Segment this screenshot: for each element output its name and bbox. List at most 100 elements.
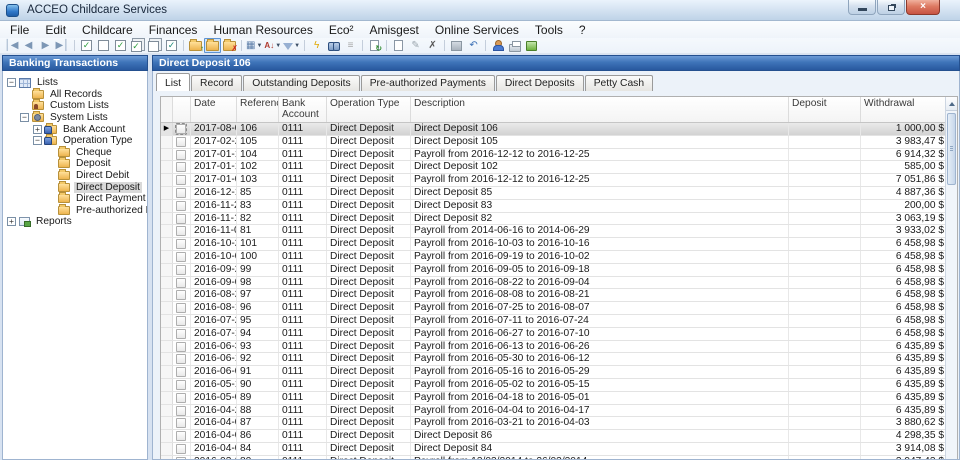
row-checkbox[interactable] <box>176 162 186 173</box>
tree-item-lists[interactable]: − Lists <box>3 77 147 89</box>
restore-button[interactable] <box>877 0 905 15</box>
copy-checked-button[interactable] <box>146 38 163 53</box>
table-row[interactable]: 2016-04-01860111Direct DepositDirect Dep… <box>161 430 948 443</box>
menu-finances[interactable]: Finances <box>141 22 206 38</box>
table-row[interactable]: 2016-09-08980111Direct DepositPayroll fr… <box>161 276 948 290</box>
list-view-button[interactable]: ≡ <box>342 38 359 53</box>
table-row[interactable]: 2016-05-05890111Direct DepositPayroll fr… <box>161 391 948 405</box>
nav-next-button[interactable]: ▶ <box>37 38 54 53</box>
row-checkbox[interactable] <box>176 213 186 224</box>
nav-first-button[interactable]: │◀ <box>3 38 20 53</box>
row-checkbox[interactable] <box>176 239 186 250</box>
tree-item-pre-authorized-payment[interactable]: Pre-authorized Payment <box>3 203 147 217</box>
table-row[interactable]: 2016-07-14940111Direct DepositPayroll fr… <box>161 327 948 341</box>
column-header-reference[interactable]: Reference <box>237 97 279 122</box>
row-checkbox[interactable] <box>176 367 186 378</box>
tab-petty-cash[interactable]: Petty Cash <box>584 75 654 91</box>
tree-item-direct-deposit[interactable]: Direct Deposit <box>3 180 147 193</box>
table-row[interactable]: 2017-01-181040111Direct DepositPayroll f… <box>161 148 948 162</box>
table-row[interactable]: 2017-01-011030111Direct DepositPayroll f… <box>161 174 948 187</box>
tree-item-direct-debit[interactable]: Direct Debit <box>3 169 147 182</box>
row-checkbox[interactable] <box>176 418 186 429</box>
column-header-operation-type[interactable]: Operation Type <box>327 97 411 122</box>
table-row[interactable]: 2016-08-11960111Direct DepositPayroll fr… <box>161 302 948 315</box>
menu-edit[interactable]: Edit <box>37 22 74 38</box>
nav-previous-button[interactable]: ◀ <box>20 38 37 53</box>
check-multiple-button[interactable]: ✓ <box>129 38 146 53</box>
undo-button[interactable]: ↶ <box>465 38 482 53</box>
folder-up-button[interactable]: ↑ <box>187 38 204 53</box>
row-checkbox[interactable] <box>176 149 186 160</box>
menu-amisgest[interactable]: Amisgest <box>362 22 427 38</box>
tree-item-direct-payment[interactable]: Direct Payment <box>3 192 147 205</box>
row-checkbox[interactable] <box>175 123 187 135</box>
table-row[interactable]: 2016-04-21880111Direct DepositPayroll fr… <box>161 404 948 418</box>
row-checkbox[interactable] <box>176 277 186 288</box>
scroll-up-button[interactable] <box>946 97 957 111</box>
collapse-icon[interactable]: − <box>33 136 42 146</box>
table-row[interactable]: 2016-05-19900111Direct DepositPayroll fr… <box>161 378 948 392</box>
find-button[interactable] <box>325 38 342 53</box>
table-row[interactable]: 2016-11-17820111Direct DepositDirect Dep… <box>161 212 948 226</box>
row-checkbox[interactable] <box>176 226 186 237</box>
column-header-date[interactable]: Date <box>191 97 237 122</box>
row-checkbox[interactable] <box>176 200 186 211</box>
table-row[interactable]: 2017-02-231050111Direct DepositDirect De… <box>161 135 948 149</box>
table-row[interactable]: 2016-11-03810111Direct DepositPayroll fr… <box>161 225 948 239</box>
tree-item-reports[interactable]: + Reports <box>3 216 147 228</box>
new-record-button[interactable] <box>390 38 407 53</box>
refresh-record-button[interactable]: ↻ <box>366 38 383 53</box>
table-row[interactable]: 2016-04-01840111Direct DepositDirect Dep… <box>161 442 948 456</box>
table-row[interactable]: 2016-08-25970111Direct DepositPayroll fr… <box>161 289 948 303</box>
table-row[interactable]: 2016-04-08870111Direct DepositPayroll fr… <box>161 417 948 431</box>
table-row[interactable]: 2016-06-16920111Direct DepositPayroll fr… <box>161 353 948 367</box>
row-checkbox[interactable] <box>176 264 186 275</box>
row-checkbox[interactable] <box>176 315 186 326</box>
tree-item-deposit[interactable]: Deposit <box>3 157 147 170</box>
tree-item-cheque[interactable]: Cheque <box>3 145 147 159</box>
scrollbar-thumb[interactable] <box>947 113 956 185</box>
menu-[interactable]: ? <box>571 22 594 38</box>
row-checkbox[interactable] <box>176 431 186 442</box>
menu-tools[interactable]: Tools <box>527 22 571 38</box>
collapse-icon[interactable]: − <box>7 78 16 88</box>
table-row[interactable]: 2016-10-061000111Direct DepositPayroll f… <box>161 250 948 264</box>
column-header-withdrawal[interactable]: Withdrawal <box>861 97 948 122</box>
sort-button[interactable]: A↓ ▼ <box>263 38 282 53</box>
row-checkbox[interactable] <box>176 303 186 314</box>
nav-last-button[interactable]: ▶│ <box>54 38 71 53</box>
collapse-icon[interactable]: − <box>20 113 29 123</box>
table-row[interactable]: ▶ 2017-08-081060111Direct DepositDirect D… <box>161 123 948 136</box>
filter-auto-button[interactable]: ϟ <box>308 38 325 53</box>
print-button[interactable] <box>506 38 523 53</box>
row-checkbox[interactable] <box>176 136 186 147</box>
tree-item-system-lists[interactable]: − System Lists <box>3 111 147 124</box>
menu-human-resources[interactable]: Human Resources <box>205 22 320 38</box>
folder-remove-button[interactable]: ✗ <box>221 38 238 53</box>
table-row[interactable]: 2016-12-15850111Direct DepositDirect Dep… <box>161 186 948 200</box>
tree-item-bank-account[interactable]: + Bank Account <box>3 122 147 135</box>
row-checkbox[interactable] <box>176 175 186 186</box>
menu-eco[interactable]: Eco² <box>321 22 362 38</box>
menu-online-services[interactable]: Online Services <box>427 22 527 38</box>
row-checkbox[interactable] <box>176 341 186 352</box>
row-checkbox[interactable] <box>176 456 186 459</box>
table-row[interactable]: 2016-07-28950111Direct DepositPayroll fr… <box>161 314 948 328</box>
filter-button[interactable]: ▼ <box>282 38 301 53</box>
table-row[interactable]: 2016-09-22990111Direct DepositPayroll fr… <box>161 263 948 277</box>
check-all-button[interactable]: ✓ <box>112 38 129 53</box>
table-row[interactable]: 2016-06-02910111Direct DepositPayroll fr… <box>161 366 948 379</box>
check-inverse-button[interactable]: ✓ <box>163 38 180 53</box>
tree-item-all-records[interactable]: All Records <box>3 87 147 101</box>
row-checkbox[interactable] <box>176 379 186 390</box>
tab-direct-deposits[interactable]: Direct Deposits <box>495 75 584 91</box>
column-header-bank-account[interactable]: Bank Account <box>279 97 327 122</box>
export-button[interactable] <box>523 38 540 53</box>
save-record-button[interactable] <box>448 38 465 53</box>
table-row[interactable]: 2016-03-28800111Direct DepositPayroll fr… <box>161 455 948 459</box>
row-checkbox[interactable] <box>176 354 186 365</box>
tab-outstanding-deposits[interactable]: Outstanding Deposits <box>243 75 360 91</box>
delete-record-button[interactable]: ✗ <box>424 38 441 53</box>
expand-icon[interactable]: + <box>7 217 16 227</box>
row-checkbox[interactable] <box>176 392 186 403</box>
